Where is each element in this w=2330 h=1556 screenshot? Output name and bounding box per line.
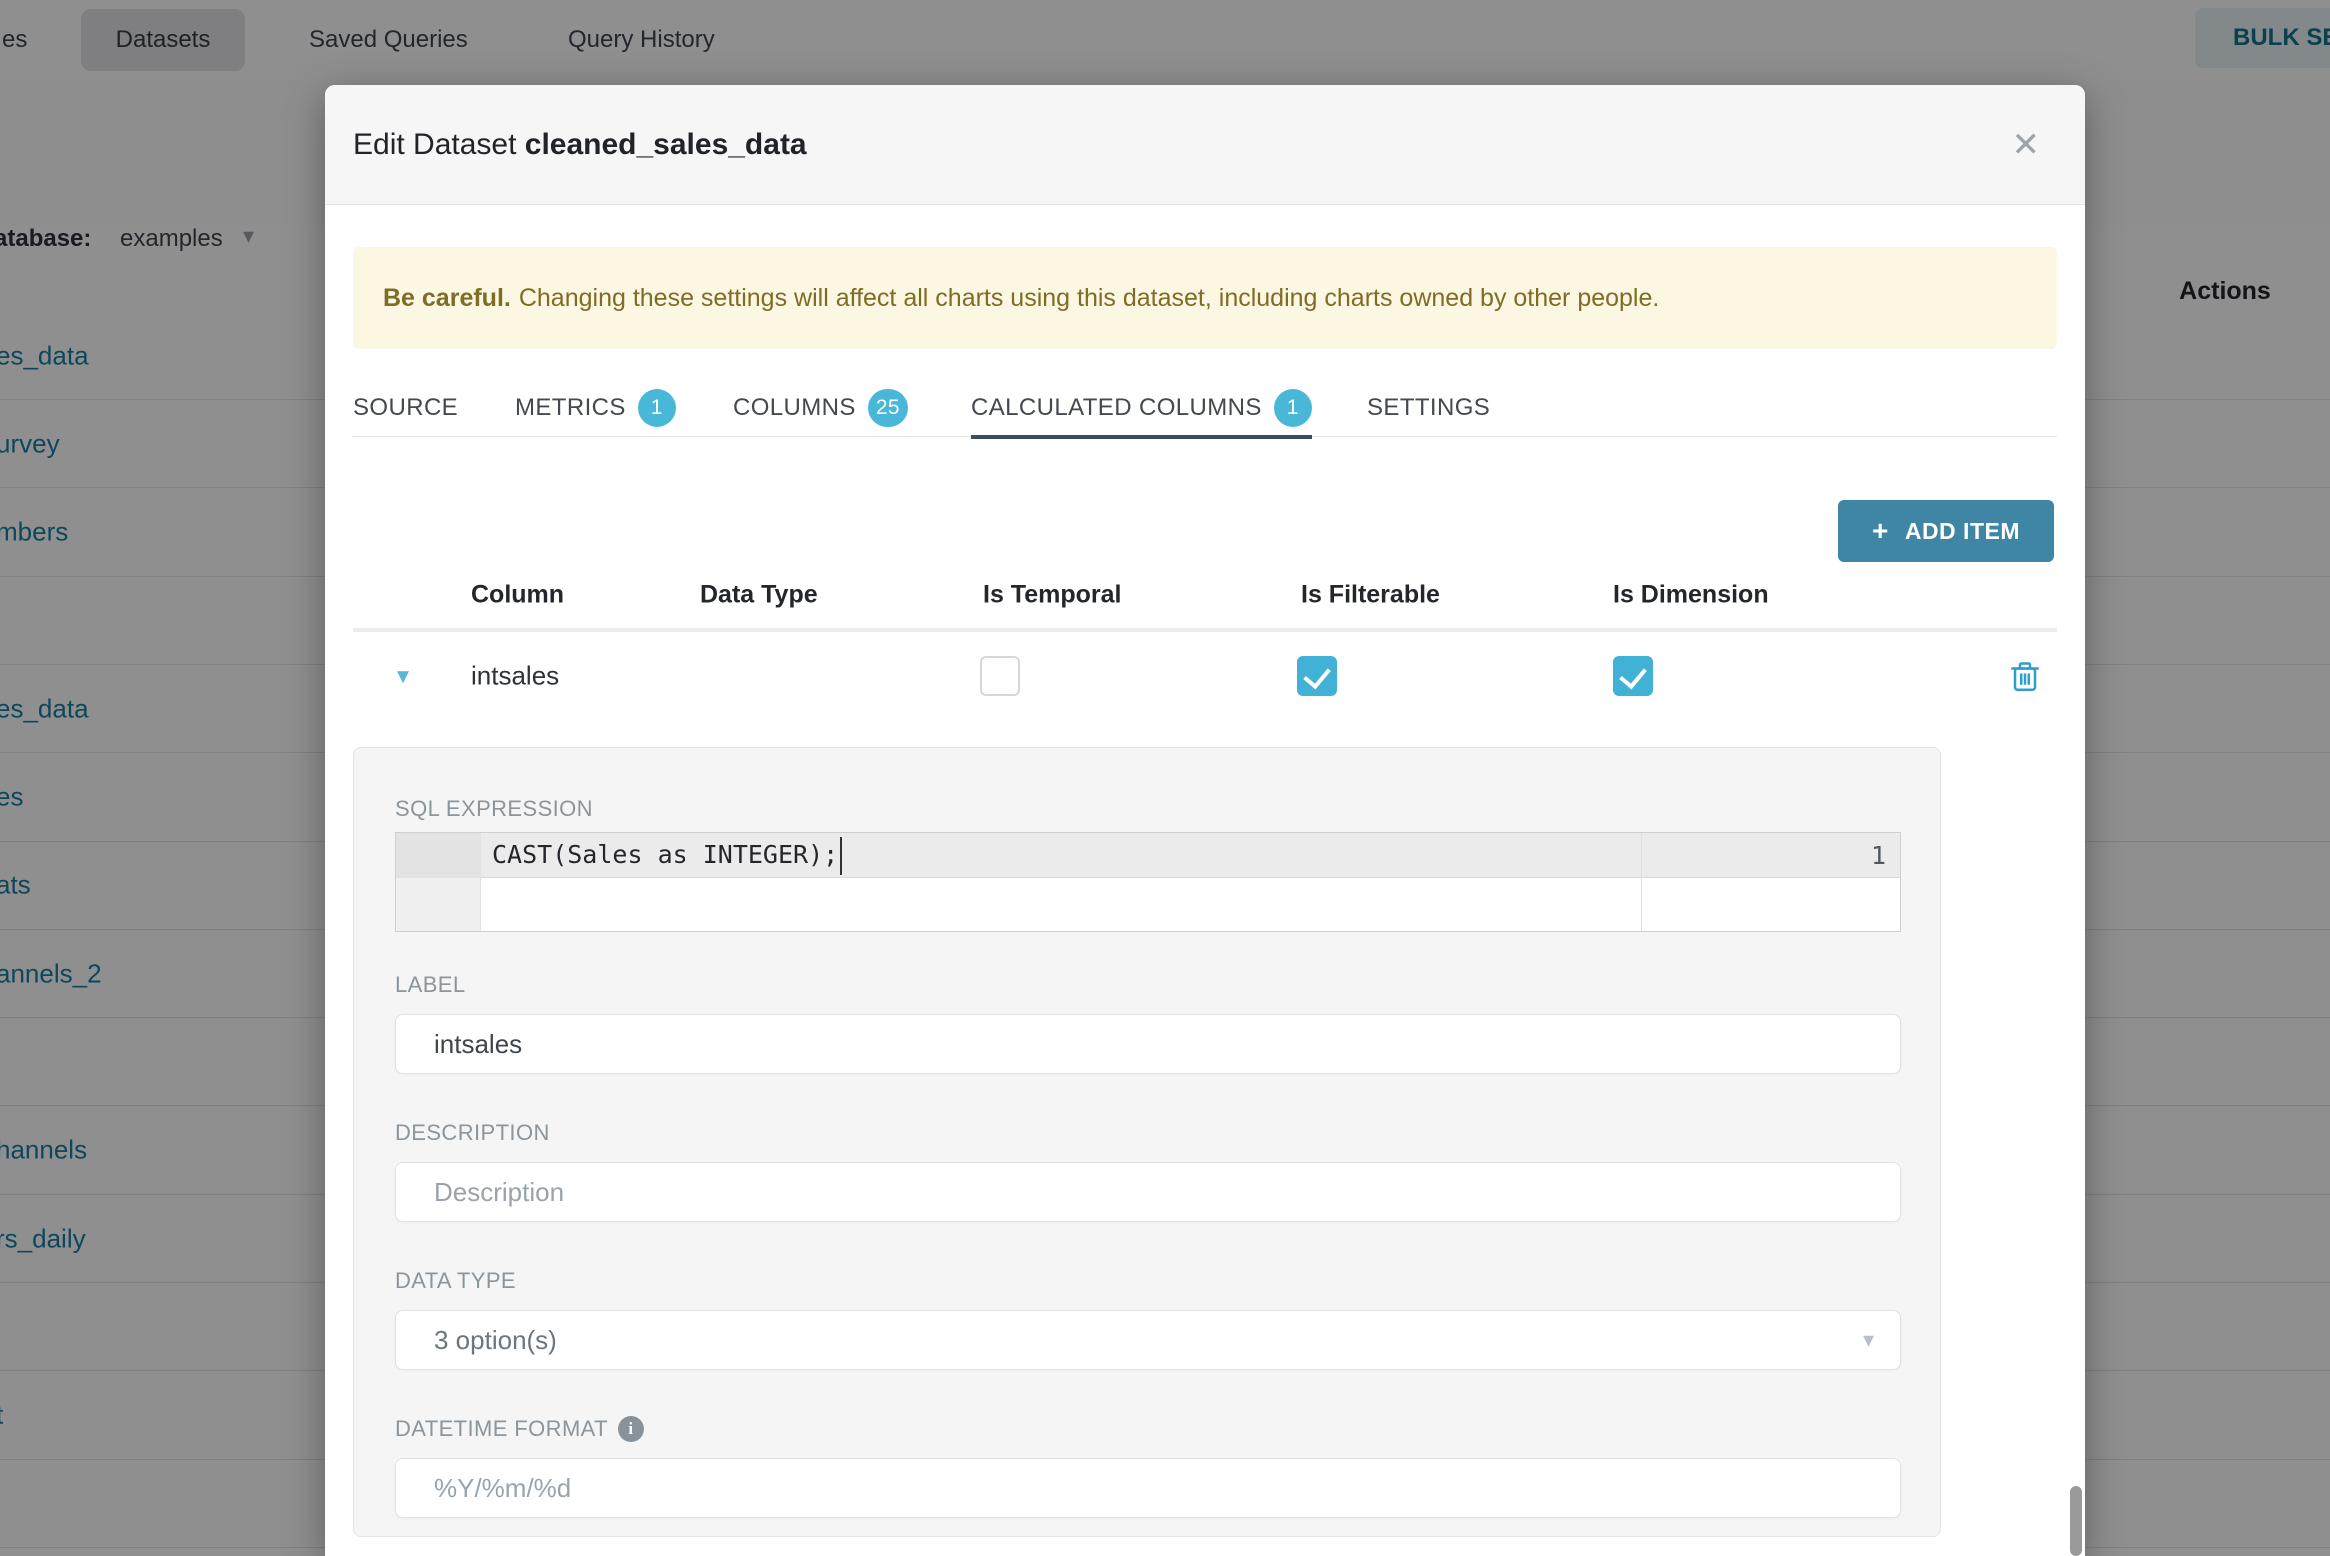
tab-calculated-columns[interactable]: CALCULATED COLUMNS 1 <box>971 380 1312 439</box>
is-temporal-checkbox[interactable] <box>980 656 1020 696</box>
editor-line-number: 1 <box>1870 841 1886 870</box>
column-name: intsales <box>471 660 560 691</box>
sql-expression-label: SQL EXPRESSION <box>395 796 593 821</box>
label-input[interactable] <box>395 1014 1901 1074</box>
calculated-columns-count-badge: 1 <box>1273 389 1312 427</box>
trash-icon[interactable] <box>2010 659 2040 693</box>
modal-title-prefix: Edit Dataset <box>353 127 517 161</box>
datetime-format-input[interactable] <box>395 1458 1901 1518</box>
close-icon[interactable]: ✕ <box>2012 128 2041 162</box>
header-is-dimension: Is Dimension <box>1613 580 1769 609</box>
header-data-type: Data Type <box>700 580 818 609</box>
modal-scrollbar[interactable] <box>2070 1486 2082 1556</box>
datetime-format-field-label: DATETIME FORMAT i <box>395 1416 1899 1442</box>
collapse-caret-icon[interactable]: ▾ <box>397 662 409 691</box>
column-detail-panel: SQL EXPRESSION 1 CAST(Sales as INTEGER);… <box>353 747 1941 1537</box>
description-input[interactable] <box>395 1162 1901 1222</box>
grid-header: Column Data Type Is Temporal Is Filterab… <box>353 562 2057 628</box>
header-is-filterable: Is Filterable <box>1301 580 1440 609</box>
data-type-select[interactable]: 3 option(s) ▾ <box>395 1310 1901 1370</box>
modal-tabs: SOURCE METRICS 1 COLUMNS 25 CALCULATED C… <box>353 380 2057 439</box>
modal-body: Be careful. Changing these settings will… <box>325 247 2085 1537</box>
warning-banner-text: Changing these settings will affect all … <box>518 283 1660 312</box>
data-type-selected-value: 3 option(s) <box>434 1324 557 1355</box>
label-field-label: LABEL <box>395 972 466 997</box>
tab-columns[interactable]: COLUMNS 25 <box>733 380 908 436</box>
sql-code: CAST(Sales as INTEGER); <box>492 840 839 869</box>
editor-cursor <box>840 837 843 875</box>
datetime-format-field: DATETIME FORMAT i <box>395 1416 1901 1518</box>
edit-dataset-modal: Edit Dataset cleaned_sales_data ✕ Be car… <box>325 85 2085 1556</box>
warning-banner: Be careful. Changing these settings will… <box>353 247 2057 349</box>
tab-metrics[interactable]: METRICS 1 <box>515 380 676 436</box>
data-type-field: DATA TYPE 3 option(s) ▾ <box>395 1268 1901 1370</box>
calculated-columns-grid: Column Data Type Is Temporal Is Filterab… <box>353 562 2057 1537</box>
select-caret-icon: ▾ <box>1862 1327 1874 1352</box>
warning-banner-bold: Be careful. <box>383 283 511 312</box>
header-is-temporal: Is Temporal <box>983 580 1122 609</box>
info-icon[interactable]: i <box>617 1416 644 1442</box>
add-item-button[interactable]: + ADD ITEM <box>1837 500 2054 562</box>
description-field-label: DESCRIPTION <box>395 1120 550 1145</box>
tab-source[interactable]: SOURCE <box>353 380 458 436</box>
sql-expression-editor[interactable]: 1 CAST(Sales as INTEGER); <box>395 832 1901 932</box>
tab-settings[interactable]: SETTINGS <box>1367 380 1490 436</box>
metrics-count-badge: 1 <box>637 389 676 427</box>
add-item-row: + ADD ITEM <box>353 500 2057 562</box>
editor-gutter-active <box>396 833 481 878</box>
modal-header: Edit Dataset cleaned_sales_data ✕ <box>325 85 2085 205</box>
data-type-field-label: DATA TYPE <box>395 1268 516 1293</box>
is-filterable-checkbox[interactable] <box>1297 656 1337 696</box>
modal-title-dataset-name: cleaned_sales_data <box>524 127 807 161</box>
add-item-label: ADD ITEM <box>1904 517 2020 544</box>
label-field: LABEL <box>395 972 1901 1074</box>
column-row-intsales: ▾ intsales <box>353 632 2057 720</box>
columns-count-badge: 25 <box>867 389 908 427</box>
plus-icon: + <box>1871 515 1889 546</box>
editor-print-margin <box>1641 833 1642 931</box>
description-field: DESCRIPTION <box>395 1120 1901 1222</box>
header-column: Column <box>471 580 565 609</box>
screen: es Datasets Saved Queries Query History … <box>0 0 2330 1556</box>
modal-title: Edit Dataset cleaned_sales_data <box>353 128 807 162</box>
is-dimension-checkbox[interactable] <box>1613 656 1653 696</box>
